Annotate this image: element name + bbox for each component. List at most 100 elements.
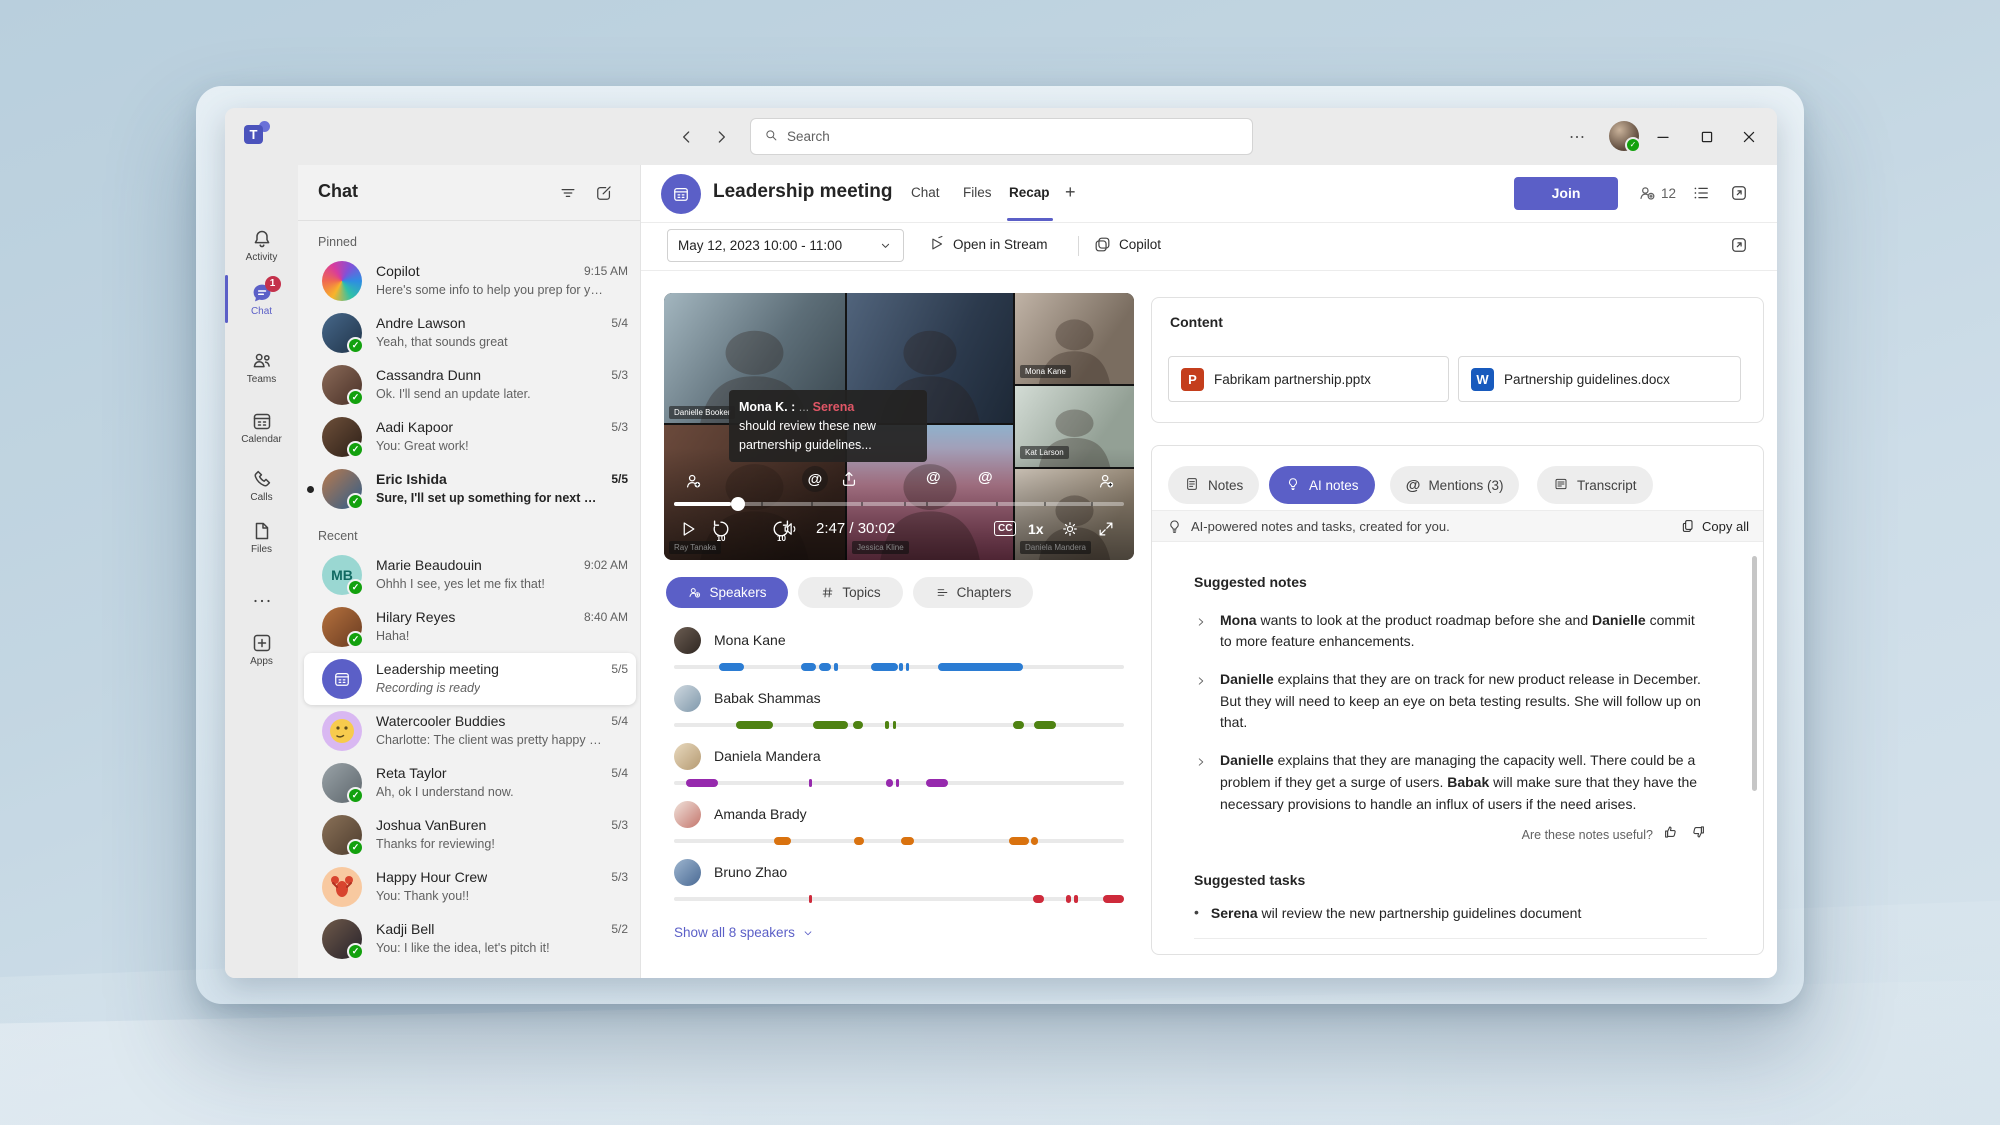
speech-segment[interactable] [809,779,812,787]
chat-list-item[interactable]: Leadership meetingRecording is ready5/5 [298,653,640,705]
copy-all-button[interactable]: Copy all [1680,518,1749,534]
speech-segment[interactable] [893,721,896,729]
mention-icon[interactable]: @ [926,469,941,487]
tab-recap[interactable]: Recap [1009,185,1050,200]
suggested-note[interactable]: Danielle explains that they are on track… [1194,669,1707,734]
chat-list-item[interactable]: Watercooler BuddiesCharlotte: The client… [298,705,640,757]
speech-segment[interactable] [1066,895,1071,903]
filter-chapters[interactable]: Chapters [913,577,1033,608]
video-player[interactable]: Danielle BookerMona KaneKat LarsonRay Ta… [664,293,1134,560]
close-button[interactable] [1739,127,1759,147]
speech-segment[interactable] [1074,895,1078,903]
notes-tab-transcript[interactable]: Transcript [1537,466,1653,504]
filter-topics[interactable]: Topics [798,577,903,608]
speech-segment[interactable] [1009,837,1029,845]
agenda-icon[interactable] [1691,183,1711,203]
suggested-task[interactable]: •Serena wil review the new partnership g… [1194,903,1707,939]
rewind-10-icon[interactable]: 10 [710,527,732,544]
minimize-button[interactable] [1653,127,1673,147]
speech-segment[interactable] [871,663,898,671]
mention-icon[interactable]: @ [802,466,828,492]
speech-segment[interactable] [736,721,773,729]
chat-list-item[interactable]: ✓Joshua VanBurenThanks for reviewing!5/3 [298,809,640,861]
scrollbar[interactable] [1752,556,1757,791]
rail-item-apps[interactable]: Apps [225,631,298,667]
speech-segment[interactable] [719,663,744,671]
speech-segment[interactable] [938,663,1023,671]
person-add-icon[interactable] [683,471,703,496]
playback-speed[interactable]: 1x [1028,521,1044,537]
chat-list-item[interactable]: ✓Hilary ReyesHaha!8:40 AM [298,601,640,653]
chevron-right-icon[interactable] [1194,614,1208,653]
chat-list-item[interactable]: MB✓Marie BeaudouinOhhh I see, yes let me… [298,549,640,601]
thumbs-down-icon[interactable] [1689,823,1707,847]
chat-list-item[interactable]: ✓Aadi KapoorYou: Great work!5/3 [298,411,640,463]
open-in-window-icon[interactable] [1729,183,1749,203]
rail-item-activity[interactable]: Activity [225,227,298,263]
rail-item-chat[interactable]: 1Chat [225,281,298,317]
speaker-timeline[interactable] [674,839,1124,843]
rail-item-calendar[interactable]: Calendar [225,409,298,445]
filter-speakers[interactable]: Speakers [666,577,788,608]
suggested-note[interactable]: Mona wants to look at the product roadma… [1194,610,1707,653]
open-in-stream-button[interactable]: Open in Stream [928,235,1048,253]
notes-tab-ai-notes[interactable]: AI notes [1269,466,1375,504]
speech-segment[interactable] [886,779,893,787]
settings-icon[interactable] [1060,519,1080,539]
date-range-dropdown[interactable]: May 12, 2023 10:00 - 11:00 [667,229,904,262]
speech-segment[interactable] [801,663,816,671]
rail-item-more[interactable] [225,589,298,613]
rail-item-calls[interactable]: Calls [225,467,298,503]
speech-segment[interactable] [899,663,903,671]
chat-list-item[interactable]: Happy Hour CrewYou: Thank you!!5/3 [298,861,640,913]
rail-item-teams[interactable]: Teams [225,349,298,385]
speech-segment[interactable] [1033,895,1044,903]
suggested-note[interactable]: Danielle explains that they are managing… [1194,750,1707,815]
chat-list-item[interactable]: ✓Eric IshidaSure, I'll set up something … [298,463,640,515]
speech-segment[interactable] [896,779,899,787]
chevron-right-icon[interactable] [1194,673,1208,734]
speech-segment[interactable] [774,837,791,845]
speech-segment[interactable] [885,721,889,729]
volume-icon[interactable] [781,519,801,539]
copilot-button[interactable]: Copilot [1093,235,1161,254]
chevron-right-icon[interactable] [1194,754,1208,815]
speaker-timeline[interactable] [674,665,1124,669]
speech-segment[interactable] [854,837,864,845]
speech-segment[interactable] [1031,837,1038,845]
filter-icon[interactable] [558,183,578,203]
tab-chat[interactable]: Chat [911,185,940,200]
file-chip[interactable]: WPartnership guidelines.docx [1458,356,1741,402]
file-chip[interactable]: PFabrikam partnership.pptx [1168,356,1449,402]
open-in-window-icon[interactable] [1729,235,1749,255]
cc-icon[interactable]: CC [994,521,1016,536]
speaker-timeline[interactable] [674,723,1124,727]
speaker-timeline[interactable] [674,897,1124,901]
suggested-task[interactable]: •Jon Shammas will double check with Aman… [1194,951,1707,955]
chat-list-item[interactable]: ✓Reta TaylorAh, ok I understand now.5/4 [298,757,640,809]
speech-segment[interactable] [1034,721,1056,729]
speech-segment[interactable] [1013,721,1024,729]
back-icon[interactable] [677,127,697,147]
speech-segment[interactable] [1103,895,1124,903]
chat-list-item[interactable]: ✓Andre LawsonYeah, that sounds great5/4 [298,307,640,359]
person-add-icon[interactable] [1096,471,1116,496]
new-chat-icon[interactable] [594,183,614,203]
search-input[interactable]: Search [750,118,1253,155]
speech-segment[interactable] [813,721,848,729]
speech-segment[interactable] [686,779,718,787]
chat-list-item[interactable]: ✓Cassandra DunnOk. I'll send an update l… [298,359,640,411]
speech-segment[interactable] [906,663,909,671]
forward-icon[interactable] [711,127,731,147]
speech-segment[interactable] [834,663,838,671]
show-all-speakers-link[interactable]: Show all 8 speakers [674,925,815,940]
rail-item-files[interactable]: Files [225,519,298,555]
notes-tab-mentions-3-[interactable]: @Mentions (3) [1390,466,1520,504]
share-icon[interactable] [839,469,859,494]
fullscreen-icon[interactable] [1096,519,1116,539]
people-icon[interactable] [1637,183,1657,203]
speaker-timeline[interactable] [674,781,1124,785]
chat-list-item[interactable]: CopilotHere's some info to help you prep… [298,255,640,307]
seek-handle[interactable] [731,497,745,511]
speech-segment[interactable] [853,721,863,729]
